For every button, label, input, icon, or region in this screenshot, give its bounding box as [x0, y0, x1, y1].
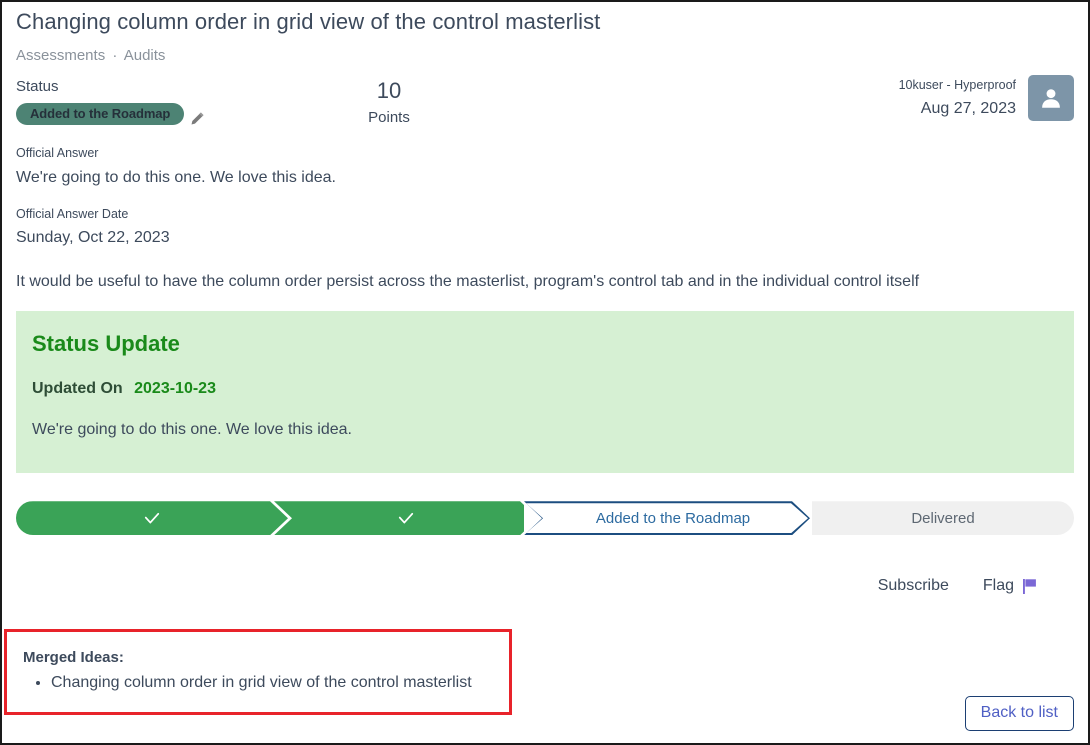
author-text: 10kuser - Hyperproof Aug 27, 2023 — [899, 75, 1028, 117]
back-to-list-button[interactable]: Back to list — [964, 696, 1074, 731]
idea-detail-page: Changing column order in grid view of th… — [0, 0, 1090, 745]
official-answer-date-label: Official Answer Date — [16, 206, 129, 221]
breadcrumb-separator: · — [112, 47, 118, 64]
status-stepper: Added to the Roadmap Delivered — [16, 501, 1074, 536]
person-icon — [1042, 89, 1060, 108]
page-title: Changing column order in grid view of th… — [16, 9, 601, 34]
avatar — [1028, 75, 1074, 121]
pencil-icon[interactable] — [190, 111, 205, 126]
official-answer-label: Official Answer — [16, 146, 99, 160]
points-block: 10 Points — [354, 78, 424, 127]
author-name: 10kuser - Hyperproof — [898, 78, 1016, 92]
status-update-title: Status Update — [32, 331, 180, 357]
merged-ideas-list: Changing column order in grid view of th… — [23, 674, 493, 692]
check-icon — [142, 508, 162, 528]
stepper-step-1-complete[interactable] — [16, 501, 288, 535]
stepper-step-4-upcoming[interactable]: Delivered — [812, 501, 1074, 536]
official-answer-date-value: Sunday, Oct 22, 2023 — [16, 229, 170, 246]
merged-ideas-box: Merged Ideas: Changing column order in g… — [4, 629, 512, 715]
official-answer-value: We're going to do this one. We love this… — [16, 168, 336, 186]
status-update-body: We're going to do this one. We love this… — [32, 421, 352, 439]
points-value: 10 — [376, 78, 402, 103]
flag-label: Flag — [982, 577, 1014, 595]
list-item[interactable]: Changing column order in grid view of th… — [51, 674, 493, 692]
status-pill-wrap: Added to the Roadmap — [16, 102, 205, 126]
flag-button[interactable]: Flag — [983, 577, 1038, 595]
breadcrumb: Assessments · Audits — [16, 48, 1074, 63]
status-update-updated-date: 2023-10-23 — [134, 380, 216, 398]
flag-icon — [1022, 578, 1038, 595]
stepper-step-4-label: Delivered — [911, 509, 975, 527]
subscribe-button[interactable]: Subscribe — [878, 577, 949, 595]
meta-row: Status Added to the Roadmap 10 Points 10… — [16, 75, 1074, 139]
author-date: Aug 27, 2023 — [920, 99, 1016, 117]
author-block: 10kuser - Hyperproof Aug 27, 2023 — [899, 75, 1074, 121]
status-update-updated-label: Updated On — [32, 380, 123, 398]
status-update-card: Status Update Updated On 2023-10-23 We'r… — [16, 311, 1074, 474]
stepper-step-3-current[interactable]: Added to the Roadmap — [524, 501, 810, 536]
official-answer-date-group: Official Answer Date Sunday, Oct 22, 202… — [16, 206, 1074, 247]
idea-description: It would be useful to have the column or… — [16, 273, 920, 290]
check-icon — [396, 508, 416, 528]
actions-row: Subscribe Flag — [16, 577, 1074, 595]
breadcrumb-item-assessments[interactable]: Assessments — [16, 47, 105, 64]
status-block: Status Added to the Roadmap — [16, 79, 205, 126]
breadcrumb-item-audits[interactable]: Audits — [124, 47, 166, 64]
stepper-step-2-complete[interactable] — [274, 501, 538, 535]
status-label: Status — [16, 78, 59, 95]
official-answer-group: Official Answer We're going to do this o… — [16, 147, 1074, 186]
stepper-step-3-label: Added to the Roadmap — [595, 509, 751, 527]
points-label: Points — [368, 109, 410, 127]
merged-ideas-title: Merged Ideas: — [23, 649, 124, 666]
status-badge: Added to the Roadmap — [16, 103, 185, 125]
status-update-updated-row: Updated On 2023-10-23 — [32, 381, 1058, 397]
